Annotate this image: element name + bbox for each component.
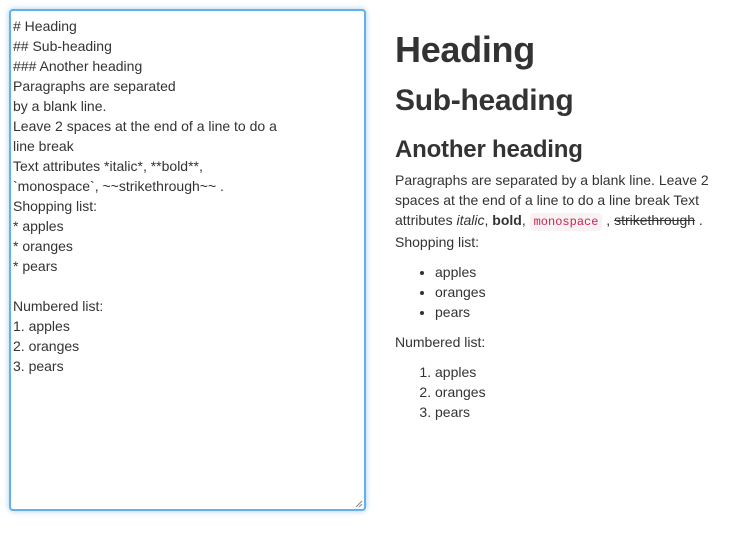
separator: , [602,212,615,228]
preview-paragraph: Paragraphs are separated by a blank line… [395,170,735,252]
shopping-list-label: Shopping list: [395,234,480,250]
italic-text: italic [456,212,485,228]
numbered-list: apples oranges pears [395,362,735,422]
monospace-code: monospace [529,213,603,231]
list-item: oranges [435,282,735,302]
list-item: apples [435,262,735,282]
list-item: apples [435,362,735,382]
preview-heading-1: Heading [395,29,535,70]
resize-grip-icon[interactable] [354,499,363,508]
separator: , [521,212,530,228]
numbered-list-label: Numbered list: [395,334,486,350]
markdown-editor-textarea[interactable]: # Heading ## Sub-heading ### Another hea… [9,9,366,511]
separator: . [695,212,703,228]
markdown-source-text[interactable]: # Heading ## Sub-heading ### Another hea… [11,11,364,376]
strikethrough-text: strikethrough [614,212,696,228]
preview-heading-3: Another heading [395,136,583,163]
shopping-list: apples oranges pears [395,262,735,322]
markdown-preview: Heading Sub-heading Another heading Para… [395,0,735,422]
preview-heading-2: Sub-heading [395,84,574,117]
list-item: pears [435,302,735,322]
list-item: oranges [435,382,735,402]
list-item: pears [435,402,735,422]
bold-text: bold [492,212,522,228]
